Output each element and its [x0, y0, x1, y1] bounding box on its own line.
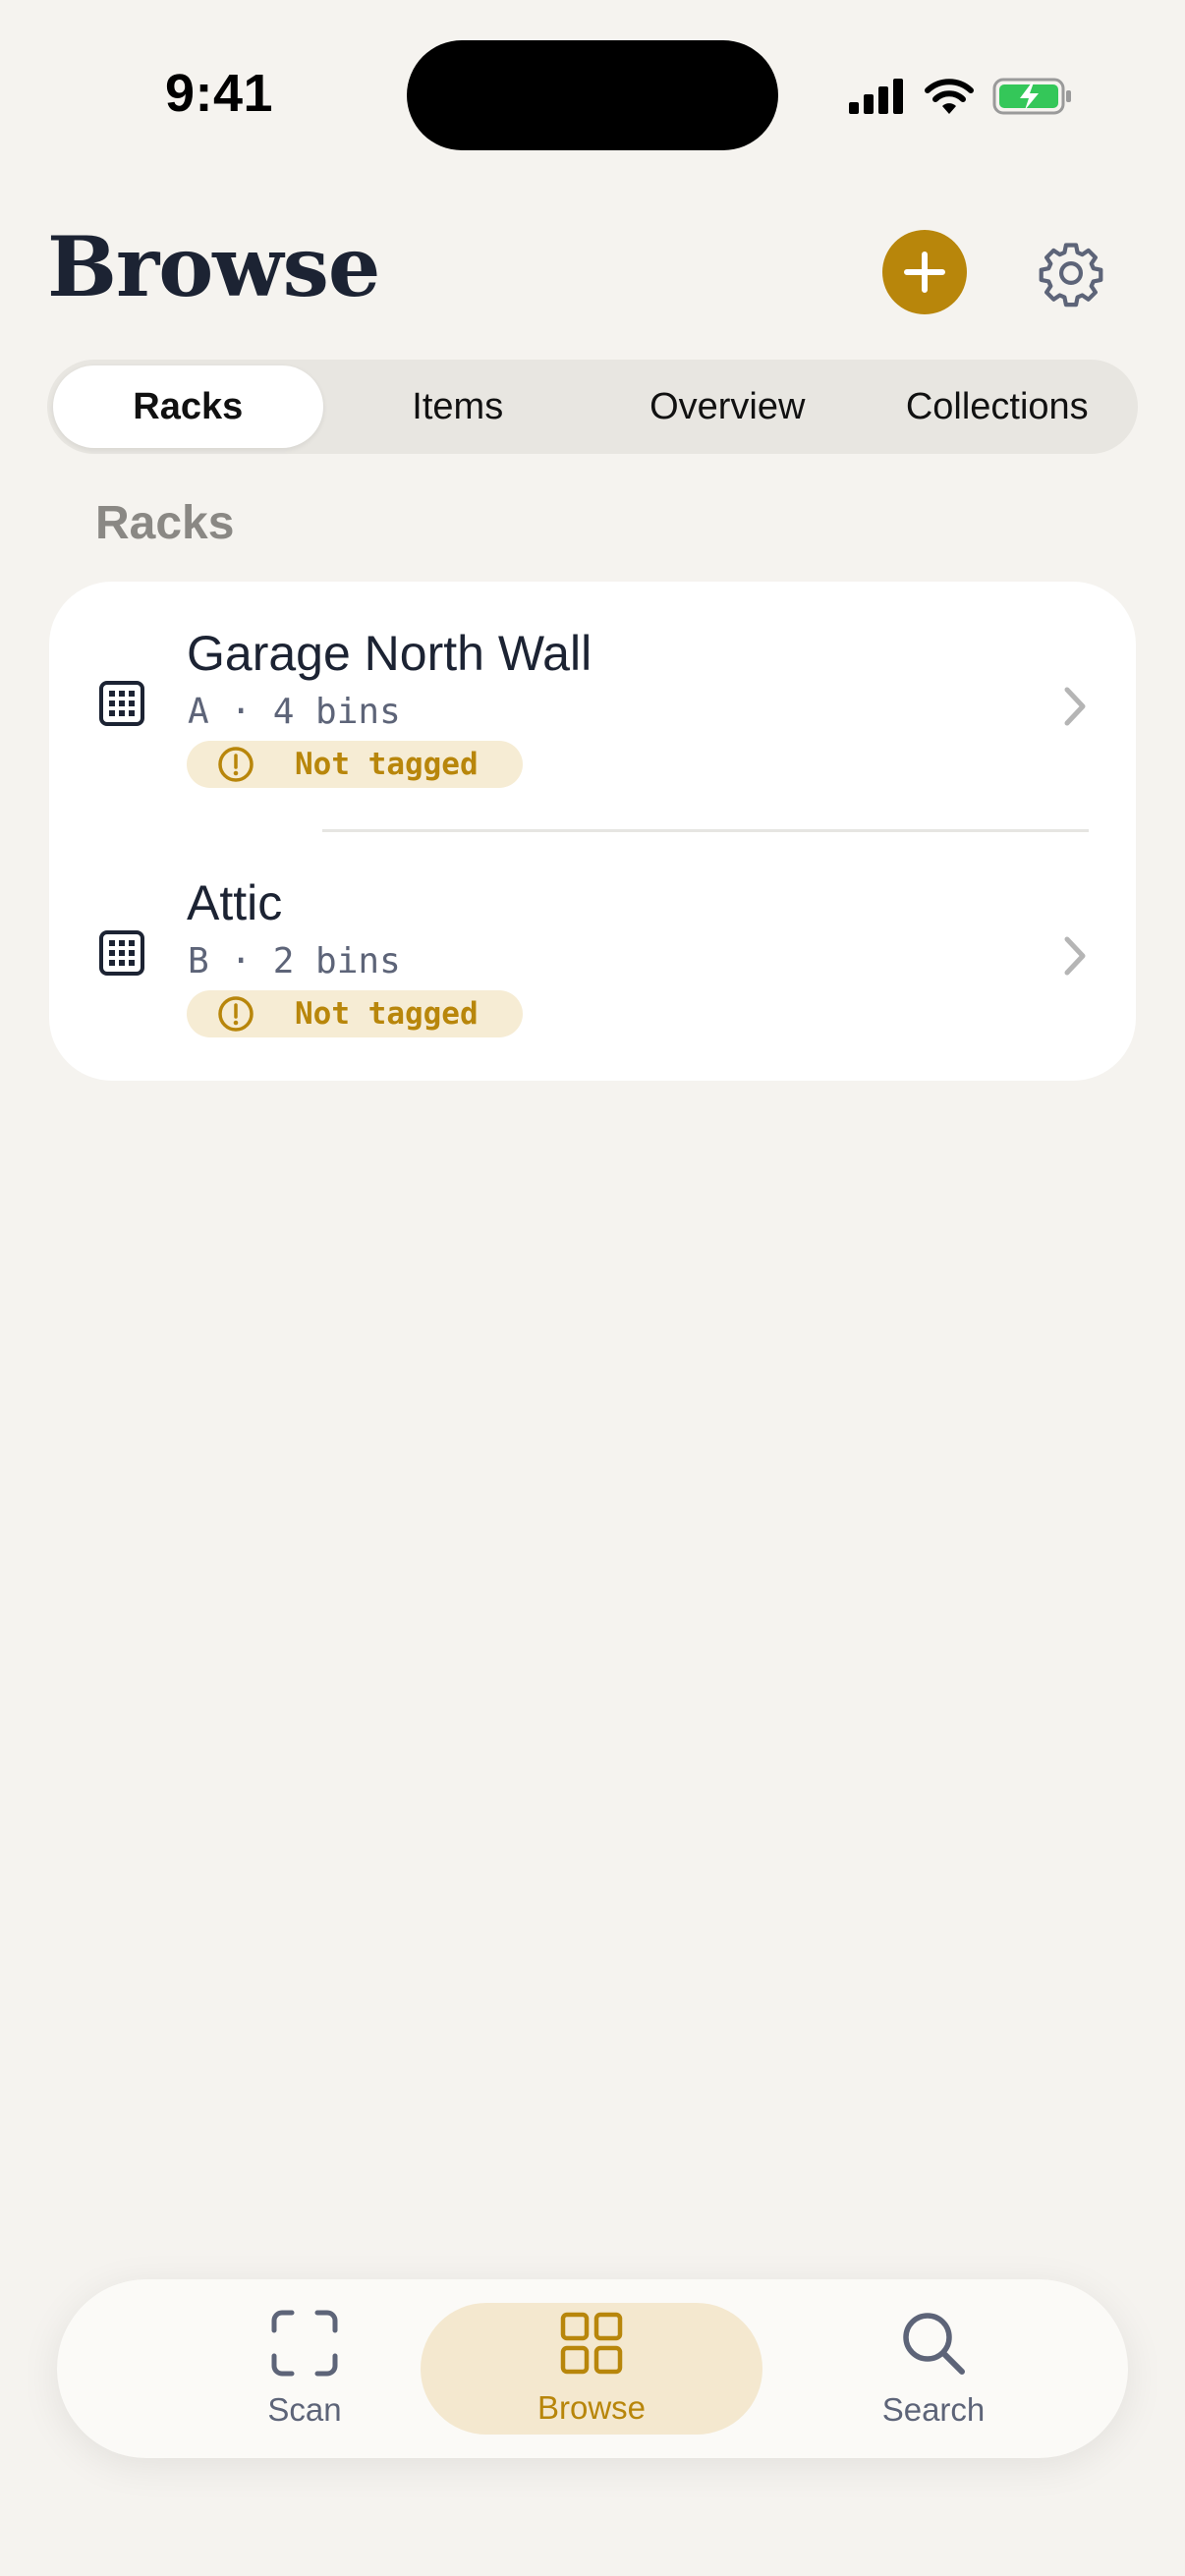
status-badge: Not tagged	[187, 741, 523, 788]
tab-label: Scan	[267, 2391, 342, 2428]
tag-label: Not tagged	[295, 747, 479, 782]
rack-name: Attic	[187, 875, 283, 930]
settings-button[interactable]	[1034, 236, 1108, 310]
rack-row-attic[interactable]: Attic B · 2 bins Not tagged	[49, 831, 1136, 1081]
dynamic-island	[407, 40, 778, 150]
rack-row-garage-north-wall[interactable]: Garage North Wall A · 4 bins Not tagged	[49, 582, 1136, 832]
status-badge: Not tagged	[187, 990, 523, 1037]
search-icon	[903, 2313, 965, 2375]
wifi-icon	[925, 79, 974, 114]
battery-charging-icon	[992, 78, 1071, 115]
segmented-control: Racks Items Overview Collections	[47, 360, 1138, 454]
tab-overview[interactable]: Overview	[592, 365, 863, 448]
tab-search[interactable]: Search	[762, 2303, 1104, 2435]
alert-circle-icon	[218, 747, 254, 782]
tab-items[interactable]: Items	[323, 365, 593, 448]
rack-name: Garage North Wall	[187, 626, 592, 681]
scan-frame-icon	[271, 2310, 338, 2377]
alert-circle-icon	[218, 996, 254, 1032]
racks-list: Garage North Wall A · 4 bins Not tagged	[49, 582, 1136, 1081]
status-icons	[847, 69, 1073, 124]
gear-icon	[1039, 243, 1103, 308]
section-header: Racks	[95, 497, 235, 549]
chevron-right-icon	[1064, 687, 1086, 726]
plus-icon	[904, 252, 945, 293]
tab-bar: Scan Browse Search	[57, 2279, 1128, 2458]
rack-grid-icon	[99, 681, 144, 726]
tab-label: Browse	[536, 2389, 647, 2426]
cellular-signal-icon	[849, 79, 903, 114]
add-button[interactable]	[882, 230, 967, 314]
grid-icon	[560, 2312, 623, 2375]
rack-meta: A · 4 bins	[188, 692, 401, 732]
tab-label: Search	[881, 2391, 986, 2428]
status-time: 9:41	[165, 64, 274, 123]
page-title: Browse	[47, 218, 380, 315]
tab-browse[interactable]: Browse	[421, 2303, 762, 2435]
rack-meta: B · 2 bins	[188, 941, 401, 981]
rack-grid-icon	[99, 930, 144, 976]
chevron-right-icon	[1064, 936, 1086, 976]
tab-collections[interactable]: Collections	[863, 365, 1133, 448]
browse-screen: 9:41 Browse Racks Items Overview Collect…	[0, 0, 1185, 2576]
tab-racks[interactable]: Racks	[53, 365, 323, 448]
tag-label: Not tagged	[295, 996, 479, 1032]
